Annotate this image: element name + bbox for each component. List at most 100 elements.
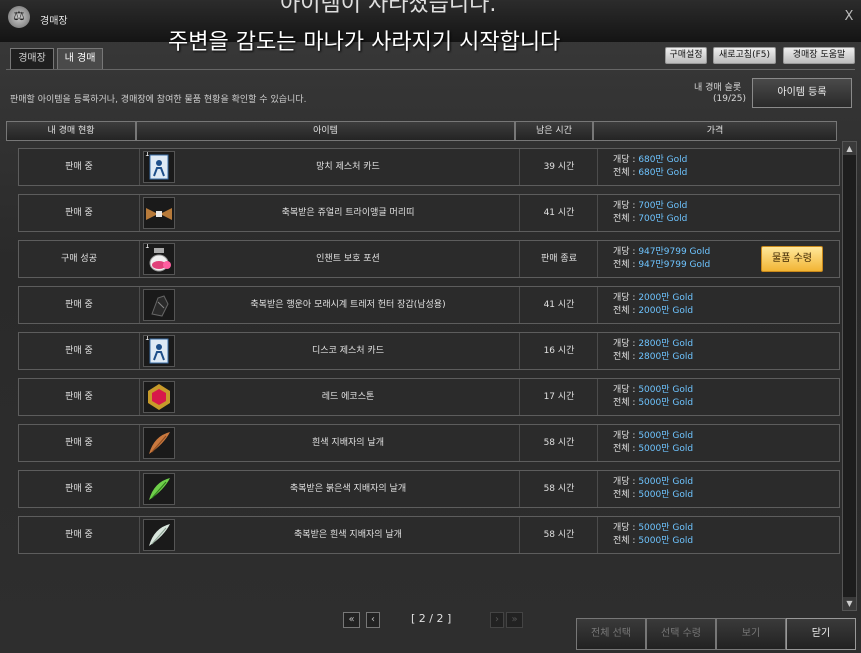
total-price-label: 전체 : [613, 214, 639, 224]
help-button[interactable]: 경매장 도움말 [783, 47, 855, 64]
tab-my-auction[interactable]: 내 경매 [57, 48, 103, 69]
list-item[interactable]: 판매 중 축복받은 흰색 지배자의 날개 58 시간 개당 : 5000만 Gold 전… [18, 516, 840, 554]
refresh-button[interactable]: 새로고침(F5) [713, 47, 776, 64]
unit-price: 5000만 Gold [638, 477, 694, 487]
status-text: 판매 중 [19, 149, 140, 185]
total-price: 680만 Gold [638, 168, 688, 178]
red-gem-icon [143, 381, 175, 413]
scrollbar[interactable]: ▲ ▼ [842, 141, 857, 611]
view-button[interactable]: 보기 [716, 618, 786, 650]
unit-price-label: 개당 : [613, 293, 639, 303]
remaining-time: 41 시간 [521, 195, 598, 231]
system-message: 주변을 감도는 마나가 사라지기 시작합니다 [168, 30, 561, 55]
quantity-badge: 1 [145, 335, 150, 342]
status-text: 판매 중 [19, 517, 140, 553]
triangle-hair-icon [143, 197, 175, 229]
unit-price-label: 개당 : [613, 155, 639, 165]
status-text: 구매 성공 [19, 241, 140, 277]
unit-price-label: 개당 : [613, 247, 639, 257]
slot-label: 내 경매 슬롯 [694, 83, 742, 93]
unit-price-label: 개당 : [613, 477, 639, 487]
close-button[interactable]: 닫기 [786, 618, 856, 650]
list-item[interactable]: 판매 중 흰색 지배자의 날개 58 시간 개당 : 5000만 Gold 전체 : 5… [18, 424, 840, 462]
unit-price: 2800만 Gold [638, 339, 694, 349]
claim-selected-button[interactable]: 선택 수령 [646, 618, 716, 650]
auction-window: ⚖ 경매장 아이템이 사라졌습니다. 주변을 감도는 마나가 사라지기 시작합니… [0, 0, 861, 653]
list-item[interactable]: 구매 성공 1 인챈트 보호 포션 판매 종료 개당 : 947만9799 Gold 전체… [18, 240, 840, 278]
total-price-label: 전체 : [613, 536, 639, 546]
quantity-badge: 1 [145, 243, 150, 250]
list-item[interactable]: 판매 중 축복받은 행운아 모래시계 트레저 헌터 장갑(남성용) 41 시간 개당 … [18, 286, 840, 324]
register-item-button[interactable]: 아이템 등록 [752, 78, 852, 108]
total-price: 5000만 Gold [638, 536, 694, 546]
unit-price-label: 개당 : [613, 523, 639, 533]
first-page-icon[interactable]: « [343, 612, 360, 628]
remaining-time: 58 시간 [521, 517, 598, 553]
list-item[interactable]: 판매 중 1 디스코 제스처 카드 16 시간 개당 : 2800만 Gold 전체 : … [18, 332, 840, 370]
price-info: 개당 : 5000만 Gold 전체 : 5000만 Gold [613, 476, 693, 502]
unit-price: 2000만 Gold [638, 293, 694, 303]
unit-price-label: 개당 : [613, 385, 639, 395]
remaining-time: 16 시간 [521, 333, 598, 369]
claim-item-button[interactable]: 물품 수령 [761, 246, 823, 272]
total-price-label: 전체 : [613, 168, 639, 178]
list-item[interactable]: 판매 중 1 망치 제스처 카드 39 시간 개당 : 680만 Gold 전체 : 68… [18, 148, 840, 186]
green-wing-icon [143, 473, 175, 505]
price-info: 개당 : 2800만 Gold 전체 : 2800만 Gold [613, 338, 693, 364]
status-text: 판매 중 [19, 195, 140, 231]
unit-price: 680만 Gold [638, 155, 688, 165]
unit-price-label: 개당 : [613, 201, 639, 211]
purchase-settings-button[interactable]: 구매설정 [665, 47, 707, 64]
slot-count: (19/25) [713, 94, 746, 104]
item-name: 축복받은 쥬얼리 트라이앵글 머리띠 [177, 195, 520, 231]
total-price: 700만 Gold [638, 214, 688, 224]
page-indicator: [ 2 / 2 ] [411, 612, 452, 625]
remaining-time: 39 시간 [521, 149, 598, 185]
list-item[interactable]: 판매 중 축복받은 쥬얼리 트라이앵글 머리띠 41 시간 개당 : 700만 Gol… [18, 194, 840, 232]
card-icon: 1 [143, 335, 175, 367]
potion-icon: 1 [143, 243, 175, 275]
scroll-up-icon[interactable]: ▲ [843, 142, 856, 155]
list-item[interactable]: 판매 중 레드 에코스톤 17 시간 개당 : 5000만 Gold 전체 : 5000… [18, 378, 840, 416]
list-item[interactable]: 판매 중 축복받은 붉은색 지배자의 날개 58 시간 개당 : 5000만 Gold… [18, 470, 840, 508]
white-wing-icon [143, 519, 175, 551]
next-page-icon[interactable]: › [490, 612, 504, 628]
header-time: 남은 시간 [515, 121, 593, 141]
total-price-label: 전체 : [613, 260, 639, 270]
total-price-label: 전체 : [613, 444, 639, 454]
last-page-icon[interactable]: » [506, 612, 523, 628]
status-text: 판매 중 [19, 425, 140, 461]
tab-auction[interactable]: 경매장 [10, 48, 54, 69]
close-icon[interactable]: X [842, 10, 856, 24]
unit-price: 5000만 Gold [638, 431, 694, 441]
price-info: 개당 : 700만 Gold 전체 : 700만 Gold [613, 200, 687, 226]
tab-divider [6, 69, 855, 70]
scroll-down-icon[interactable]: ▼ [843, 597, 856, 610]
header-price: 가격 [593, 121, 837, 141]
scale-icon: ⚖ [8, 6, 30, 28]
item-name: 축복받은 붉은색 지배자의 날개 [177, 471, 520, 507]
item-name: 인챈트 보호 포션 [177, 241, 520, 277]
remaining-time: 판매 종료 [521, 241, 598, 277]
unit-price-label: 개당 : [613, 339, 639, 349]
item-name: 흰색 지배자의 날개 [177, 425, 520, 461]
item-name: 축복받은 행운아 모래시계 트레저 헌터 장갑(남성용) [177, 287, 520, 323]
total-price: 2000만 Gold [638, 306, 694, 316]
price-info: 개당 : 5000만 Gold 전체 : 5000만 Gold [613, 430, 693, 456]
total-price-label: 전체 : [613, 352, 639, 362]
auction-list: 판매 중 1 망치 제스처 카드 39 시간 개당 : 680만 Gold 전체 : 68… [6, 141, 840, 608]
status-text: 판매 중 [19, 333, 140, 369]
gauntlet-icon [143, 289, 175, 321]
select-all-button[interactable]: 전체 선택 [576, 618, 646, 650]
total-price: 5000만 Gold [638, 444, 694, 454]
remaining-time: 58 시간 [521, 425, 598, 461]
quantity-badge: 1 [145, 151, 150, 158]
total-price-label: 전체 : [613, 306, 639, 316]
item-name: 망치 제스처 카드 [177, 149, 520, 185]
header-status: 내 경매 현황 [6, 121, 136, 141]
remaining-time: 58 시간 [521, 471, 598, 507]
description-text: 판매할 아이템을 등록하거나, 경매장에 참여한 물품 현황을 확인할 수 있습… [10, 95, 307, 105]
prev-page-icon[interactable]: ‹ [366, 612, 380, 628]
price-info: 개당 : 680만 Gold 전체 : 680만 Gold [613, 154, 687, 180]
unit-price: 700만 Gold [638, 201, 688, 211]
